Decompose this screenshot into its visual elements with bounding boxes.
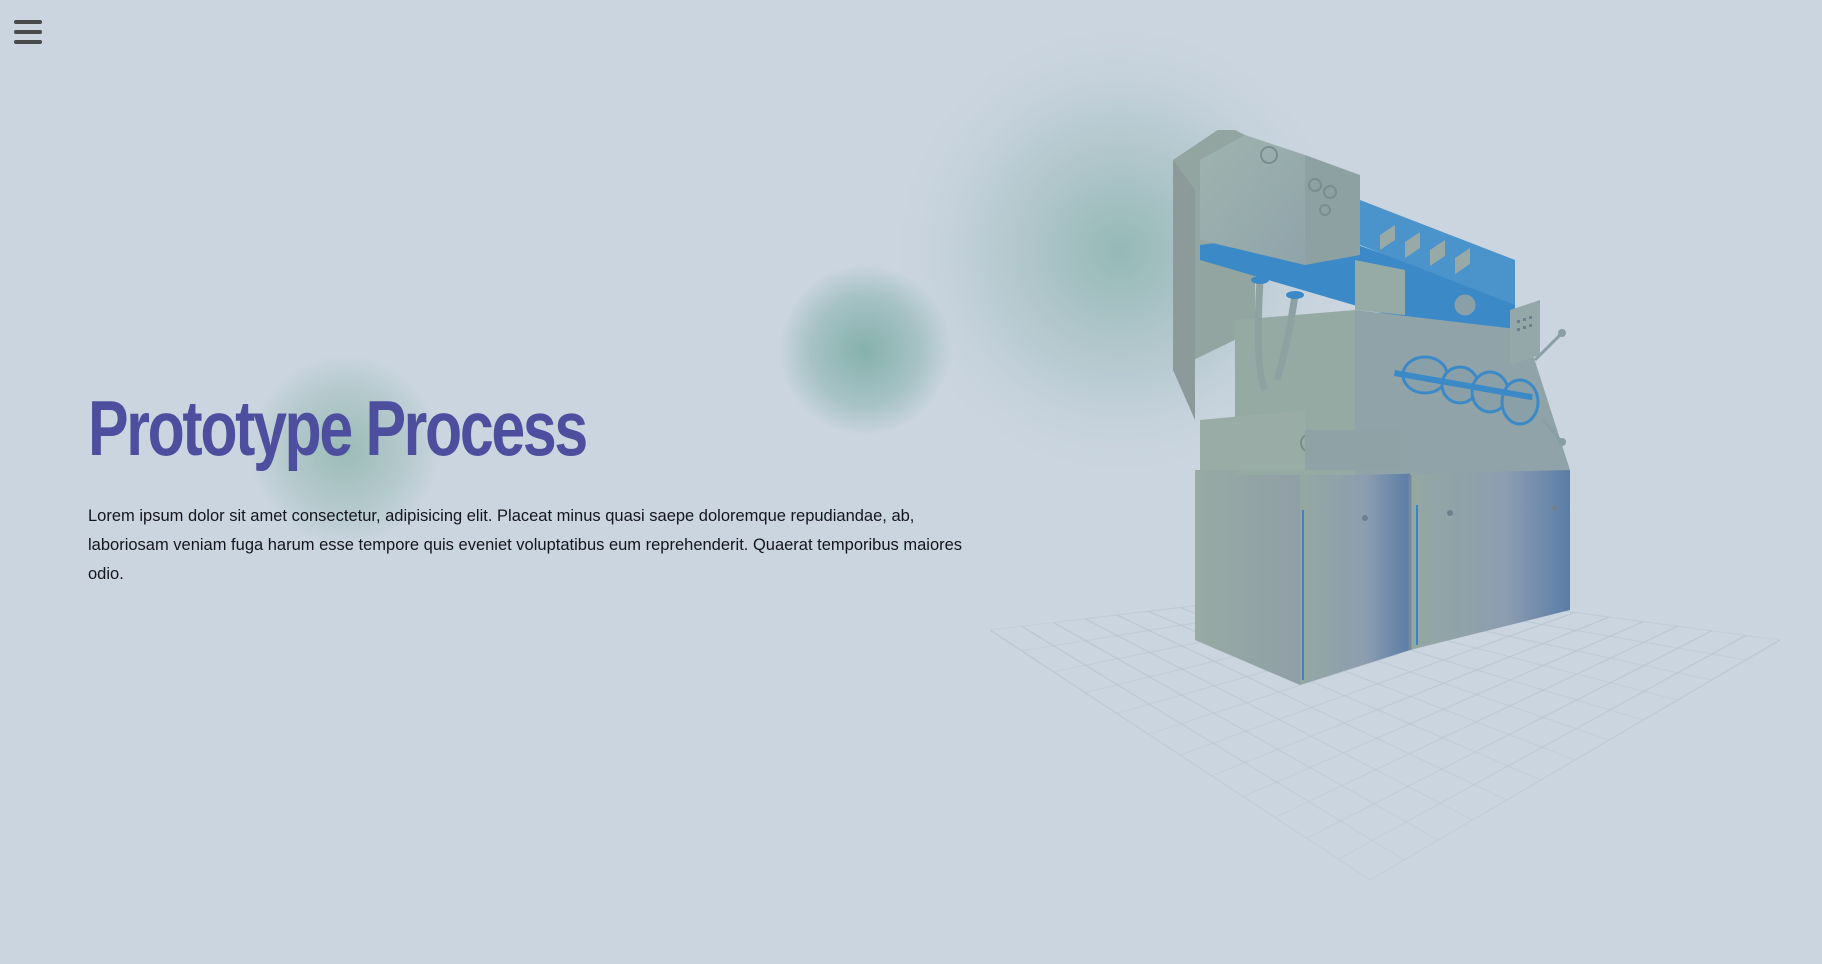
industrial-machine-3d-model [1173, 130, 1570, 685]
menu-icon-bar [14, 30, 42, 34]
menu-icon-bar [14, 20, 42, 24]
hero-description: Lorem ipsum dolor sit amet consectetur, … [88, 507, 963, 583]
decorative-blob-medium [780, 265, 950, 435]
hero-title: Prototype Process [88, 384, 588, 472]
menu-button[interactable] [14, 20, 42, 44]
page: Prototype Process Lorem ipsum dolor sit … [0, 0, 1822, 964]
menu-icon-bar [14, 40, 42, 44]
